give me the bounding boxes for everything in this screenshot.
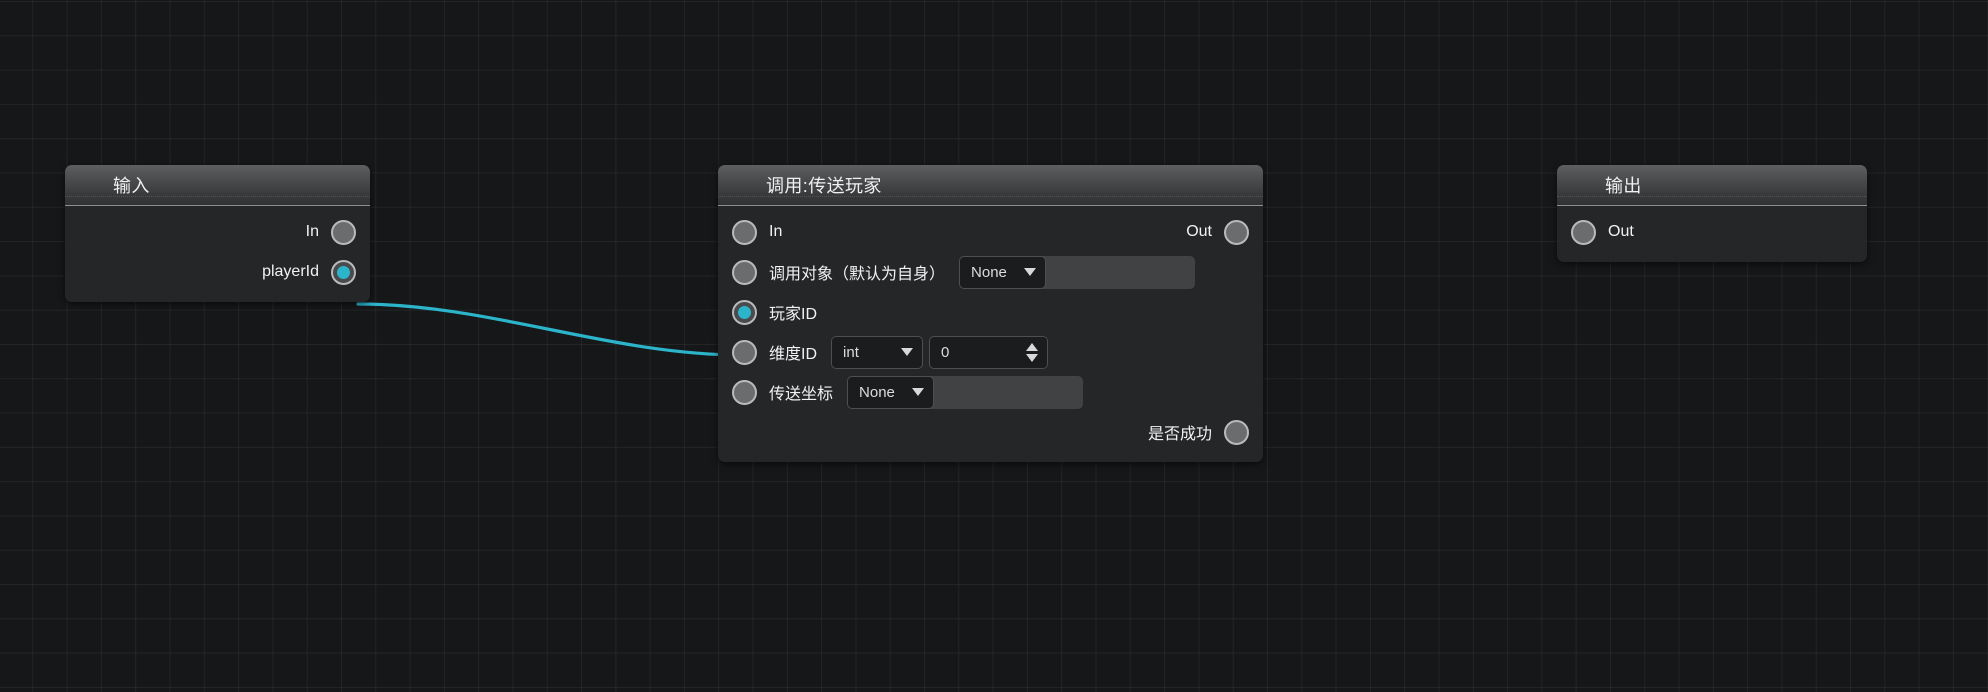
node-input-title: 输入 <box>113 176 150 196</box>
port-row-in[interactable]: In <box>65 212 370 252</box>
param-row-dimension-id: 维度ID int 0 <box>718 332 1263 372</box>
node-output-body: Out <box>1557 206 1867 262</box>
node-call-teleport-player-title: 调用:传送玩家 <box>766 176 882 196</box>
widget-shell-dimension-id: int 0 <box>831 335 1049 369</box>
param-label-is-success: 是否成功 <box>1147 426 1212 443</box>
widget-shell-teleport-coords: None <box>847 375 1084 409</box>
chevron-down-icon <box>901 348 914 356</box>
chevron-down-icon <box>912 388 925 396</box>
param-label-player-id: 玩家ID <box>769 306 818 323</box>
port-row-playerid[interactable]: playerId <box>65 252 370 292</box>
dropdown-call-target-value: None <box>971 263 1007 281</box>
port-in-call-target[interactable] <box>732 259 757 285</box>
node-output[interactable]: 输出 Out <box>1557 165 1867 262</box>
port-row-out: Out <box>1557 212 1867 252</box>
param-row-player-id: 玩家ID <box>718 292 1263 332</box>
chevron-down-icon <box>1024 268 1037 276</box>
param-label-call-target: 调用对象（默认为自身） <box>769 266 946 283</box>
param-row-call-target: 调用对象（默认为自身） None <box>718 252 1263 292</box>
port-out-exec[interactable] <box>1224 219 1249 245</box>
port-in-exec-out[interactable] <box>1571 219 1596 245</box>
port-label-exec-out: Out <box>1186 223 1212 240</box>
dropdown-dimension-type[interactable]: int <box>831 335 924 369</box>
port-label-playerid: playerId <box>262 263 319 280</box>
port-label-exec-in: In <box>769 223 783 240</box>
dropdown-teleport-coords[interactable]: None <box>847 375 935 409</box>
port-label-in: In <box>305 223 319 240</box>
node-input-header[interactable]: 输入 <box>65 165 370 206</box>
param-row-is-success: 是否成功 <box>718 412 1263 452</box>
node-input[interactable]: 输入 In playerId <box>65 165 370 302</box>
widget-shell-call-target: None <box>959 255 1196 289</box>
stepper-arrows[interactable] <box>1026 342 1039 362</box>
dropdown-dimension-type-value: int <box>843 343 859 361</box>
node-call-teleport-player-body: In Out 调用对象（默认为自身） None 玩家ID 维度ID int 0 … <box>718 206 1263 462</box>
port-out-is-success[interactable] <box>1224 419 1249 445</box>
node-call-teleport-player-header[interactable]: 调用:传送玩家 <box>718 165 1263 206</box>
dropdown-call-target[interactable]: None <box>959 255 1047 289</box>
node-output-header[interactable]: 输出 <box>1557 165 1867 206</box>
port-out-data-playerid[interactable] <box>331 259 356 285</box>
port-row-exec: In Out <box>718 212 1263 252</box>
port-in-player-id[interactable] <box>732 299 757 325</box>
number-stepper-dimension-id-value: 0 <box>941 343 950 361</box>
port-label-out: Out <box>1608 223 1634 240</box>
node-graph-canvas[interactable]: 输入 In playerId 调用:传送玩家 In Out 调用对象（默认为自身… <box>0 0 1988 692</box>
port-in-teleport-coords[interactable] <box>732 379 757 405</box>
port-in-exec[interactable] <box>732 219 757 245</box>
node-input-body: In playerId <box>65 206 370 302</box>
dropdown-teleport-coords-value: None <box>859 383 895 401</box>
param-row-teleport-coords: 传送坐标 None <box>718 372 1263 412</box>
edge-playerId-to-player-id <box>356 302 744 357</box>
port-in-dimension-id[interactable] <box>732 339 757 365</box>
param-label-dimension-id: 维度ID <box>769 346 818 363</box>
param-label-teleport-coords: 传送坐标 <box>769 386 834 403</box>
port-out-exec-in[interactable] <box>331 219 356 245</box>
number-stepper-dimension-id[interactable]: 0 <box>929 335 1049 369</box>
stepper-down-icon[interactable] <box>1026 353 1039 362</box>
node-output-title: 输出 <box>1605 176 1642 196</box>
node-call-teleport-player[interactable]: 调用:传送玩家 In Out 调用对象（默认为自身） None 玩家ID 维度I… <box>718 165 1263 462</box>
stepper-up-icon[interactable] <box>1026 342 1039 351</box>
